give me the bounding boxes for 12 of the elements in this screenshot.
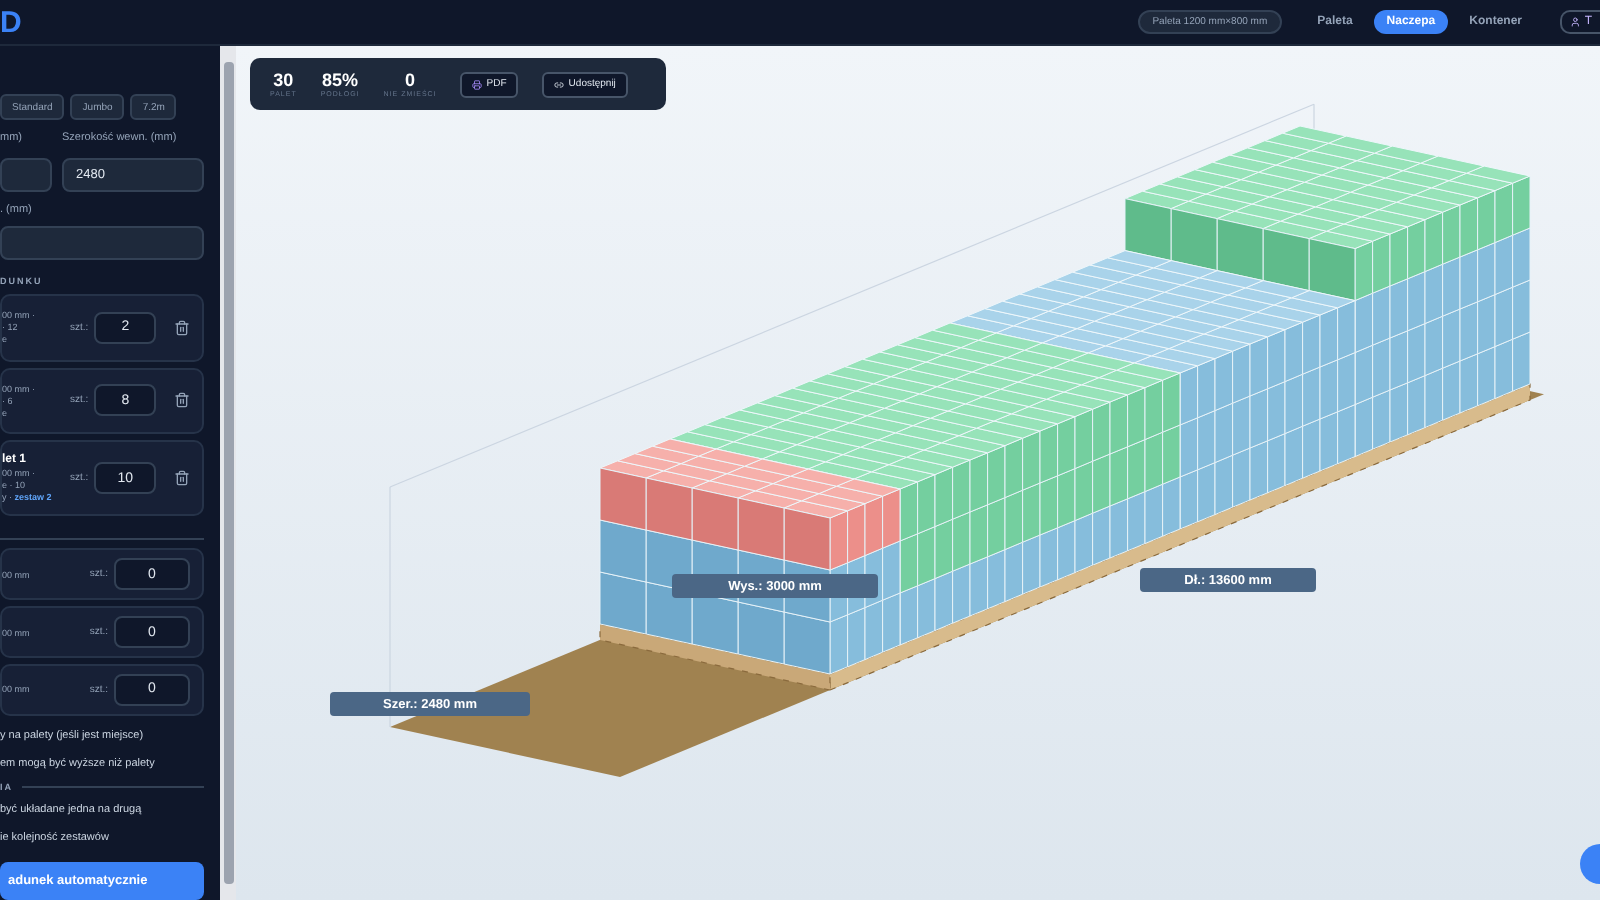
stat-value: 85%	[322, 70, 359, 90]
stat-value: 30	[273, 70, 294, 90]
input-field[interactable]	[0, 158, 52, 192]
delete-icon[interactable]	[174, 470, 190, 487]
user-icon	[1570, 16, 1581, 28]
app-logo: D	[0, 5, 22, 39]
delete-icon[interactable]	[174, 392, 190, 409]
stat-value: 0	[405, 70, 416, 90]
input-field[interactable]	[0, 226, 204, 260]
delete-icon[interactable]	[174, 319, 190, 336]
printer-icon	[472, 79, 483, 89]
link-icon	[554, 79, 565, 89]
